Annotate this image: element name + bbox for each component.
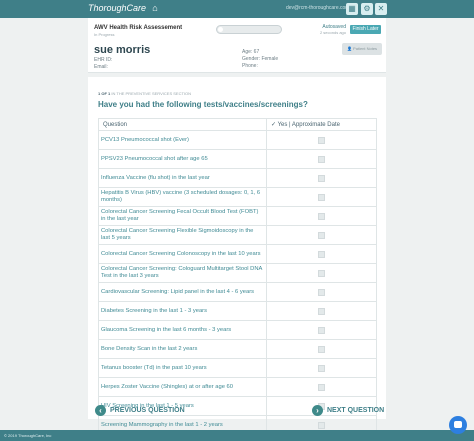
screening-label: Diabetes Screening in the last 1 - 3 yea…: [98, 301, 267, 321]
answer-cell: [266, 206, 377, 226]
yes-checkbox[interactable]: [318, 232, 325, 239]
breadcrumb-step: 1 OF 1: [98, 91, 111, 96]
screening-label: Colorectal Cancer Screening Flexible Sig…: [98, 225, 267, 245]
screening-label: Colorectal Cancer Screening: Cologuard M…: [98, 263, 267, 283]
table-row: Bone Density Scan in the last 2 years: [98, 339, 377, 359]
previous-question-label: PREVIOUS QUESTION: [110, 406, 185, 414]
patient-email: Email:: [94, 64, 108, 70]
assessment-header: AWV Health Risk Assessement In Progress …: [88, 18, 386, 73]
answer-cell: [266, 358, 377, 378]
patient-notes-label: Patient Notes: [353, 46, 378, 51]
column-header-answer: ✓ Yes | Approximate Date: [266, 118, 377, 131]
screening-label: Herpes Zoster Vaccine (Shingles) at or a…: [98, 377, 267, 397]
screening-label: Bone Density Scan in the last 2 years: [98, 339, 267, 359]
app-logo[interactable]: ThoroughCare: [88, 3, 146, 13]
grid-icon[interactable]: ▦: [346, 3, 358, 15]
table-row: Herpes Zoster Vaccine (Shingles) at or a…: [98, 377, 377, 397]
screening-label: Cardiovascular Screening: Lipid panel in…: [98, 282, 267, 302]
yes-checkbox[interactable]: [318, 308, 325, 315]
yes-checkbox[interactable]: [318, 194, 325, 201]
patient-phone: Phone:: [242, 63, 258, 69]
progress-bar: [216, 25, 282, 34]
screening-label: PCV13 Pneumococcal shot (Ever): [98, 130, 267, 150]
finish-later-button[interactable]: Finish Later: [350, 25, 381, 34]
screening-label: Colorectal Cancer Screening Colonoscopy …: [98, 244, 267, 264]
table-row: PCV13 Pneumococcal shot (Ever): [98, 130, 377, 150]
answer-cell: [266, 301, 377, 321]
table-row: Colorectal Cancer Screening Fecal Occult…: [98, 206, 377, 226]
table-row: Influenza Vaccine (flu shot) in the last…: [98, 168, 377, 188]
footer: © 2019 ThoroughCare, Inc: [0, 430, 474, 441]
table-row: Colorectal Cancer Screening Colonoscopy …: [98, 244, 377, 264]
next-question-label: NEXT QUESTION: [327, 406, 385, 414]
yes-checkbox[interactable]: [318, 327, 325, 334]
patient-notes-button[interactable]: 👤 Patient Notes: [342, 43, 382, 55]
settings-icon[interactable]: ⚙: [361, 3, 373, 15]
answer-cell: [266, 130, 377, 150]
answer-cell: [266, 377, 377, 397]
answer-cell: [266, 339, 377, 359]
yes-checkbox[interactable]: [318, 422, 325, 429]
ehr-id: EHR ID:: [94, 57, 113, 63]
screening-label: Colorectal Cancer Screening Fecal Occult…: [98, 206, 267, 226]
table-row: Glaucoma Screening in the last 6 months …: [98, 320, 377, 340]
breadcrumb-section: IN THE PREVENTIVE SERVICES SECTION: [111, 91, 192, 96]
assessment-title: AWV Health Risk Assessement: [94, 25, 183, 31]
close-icon[interactable]: ✕: [375, 3, 387, 15]
table-row: Tetanus booster (Td) in the past 10 year…: [98, 358, 377, 378]
yes-checkbox[interactable]: [318, 213, 325, 220]
screening-label: Glaucoma Screening in the last 6 months …: [98, 320, 267, 340]
user-email[interactable]: dev@rcm-thoroughcare.com: [286, 5, 349, 11]
copyright: © 2019 ThoroughCare, Inc: [4, 433, 52, 438]
table-row: Cardiovascular Screening: Lipid panel in…: [98, 282, 377, 302]
yes-checkbox[interactable]: [318, 289, 325, 296]
yes-checkbox[interactable]: [318, 175, 325, 182]
previous-question-button[interactable]: ‹ PREVIOUS QUESTION: [95, 404, 185, 416]
screenings-table: Question ✓ Yes | Approximate Date PCV13 …: [98, 118, 377, 441]
screening-label: PPSV23 Pneumococcal shot after age 65: [98, 149, 267, 169]
arrow-right-icon: ›: [312, 404, 323, 416]
screening-label: Influenza Vaccine (flu shot) in the last…: [98, 168, 267, 188]
user-icon: 👤: [346, 46, 352, 51]
answer-cell: [266, 263, 377, 283]
screening-label: Hepatitis B Virus (HBV) vaccine (3 sched…: [98, 187, 267, 207]
home-icon[interactable]: ⌂: [150, 3, 160, 14]
yes-checkbox[interactable]: [318, 384, 325, 391]
yes-checkbox[interactable]: [318, 156, 325, 163]
answer-cell: [266, 320, 377, 340]
top-bar: ThoroughCare ⌂ dev@rcm-thoroughcare.com …: [0, 0, 474, 18]
yes-checkbox[interactable]: [318, 137, 325, 144]
yes-checkbox[interactable]: [318, 251, 325, 258]
patient-name: sue morris: [94, 44, 151, 56]
arrow-left-icon: ‹: [95, 404, 106, 416]
yes-checkbox[interactable]: [318, 270, 325, 277]
answer-cell: [266, 244, 377, 264]
table-row: Colorectal Cancer Screening Flexible Sig…: [98, 225, 377, 245]
answer-cell: [266, 282, 377, 302]
column-header-question: Question: [98, 118, 267, 131]
next-question-button[interactable]: › NEXT QUESTION: [312, 404, 384, 416]
table-row: Hepatitis B Virus (HBV) vaccine (3 sched…: [98, 187, 377, 207]
yes-checkbox[interactable]: [318, 365, 325, 372]
patient-age: Age: 67: [242, 49, 260, 55]
autosaved-time: 2 seconds ago: [319, 30, 346, 35]
breadcrumb: 1 OF 1 IN THE PREVENTIVE SERVICES SECTIO…: [98, 91, 191, 96]
answer-cell: [266, 149, 377, 169]
progress-fill: [218, 27, 224, 32]
screening-label: Tetanus booster (Td) in the past 10 year…: [98, 358, 267, 378]
question-title: Have you had the following tests/vaccine…: [98, 100, 308, 109]
answer-cell: [266, 225, 377, 245]
patient-gender: Gender: Female: [242, 56, 279, 62]
question-card: 1 OF 1 IN THE PREVENTIVE SERVICES SECTIO…: [88, 77, 386, 441]
answer-cell: [266, 187, 377, 207]
assessment-status: In Progress: [94, 32, 115, 37]
table-row: PPSV23 Pneumococcal shot after age 65: [98, 149, 377, 169]
table-row: Diabetes Screening in the last 1 - 3 yea…: [98, 301, 377, 321]
chat-icon[interactable]: [449, 416, 467, 434]
answer-cell: [266, 168, 377, 188]
yes-checkbox[interactable]: [318, 346, 325, 353]
table-row: Colorectal Cancer Screening: Cologuard M…: [98, 263, 377, 283]
